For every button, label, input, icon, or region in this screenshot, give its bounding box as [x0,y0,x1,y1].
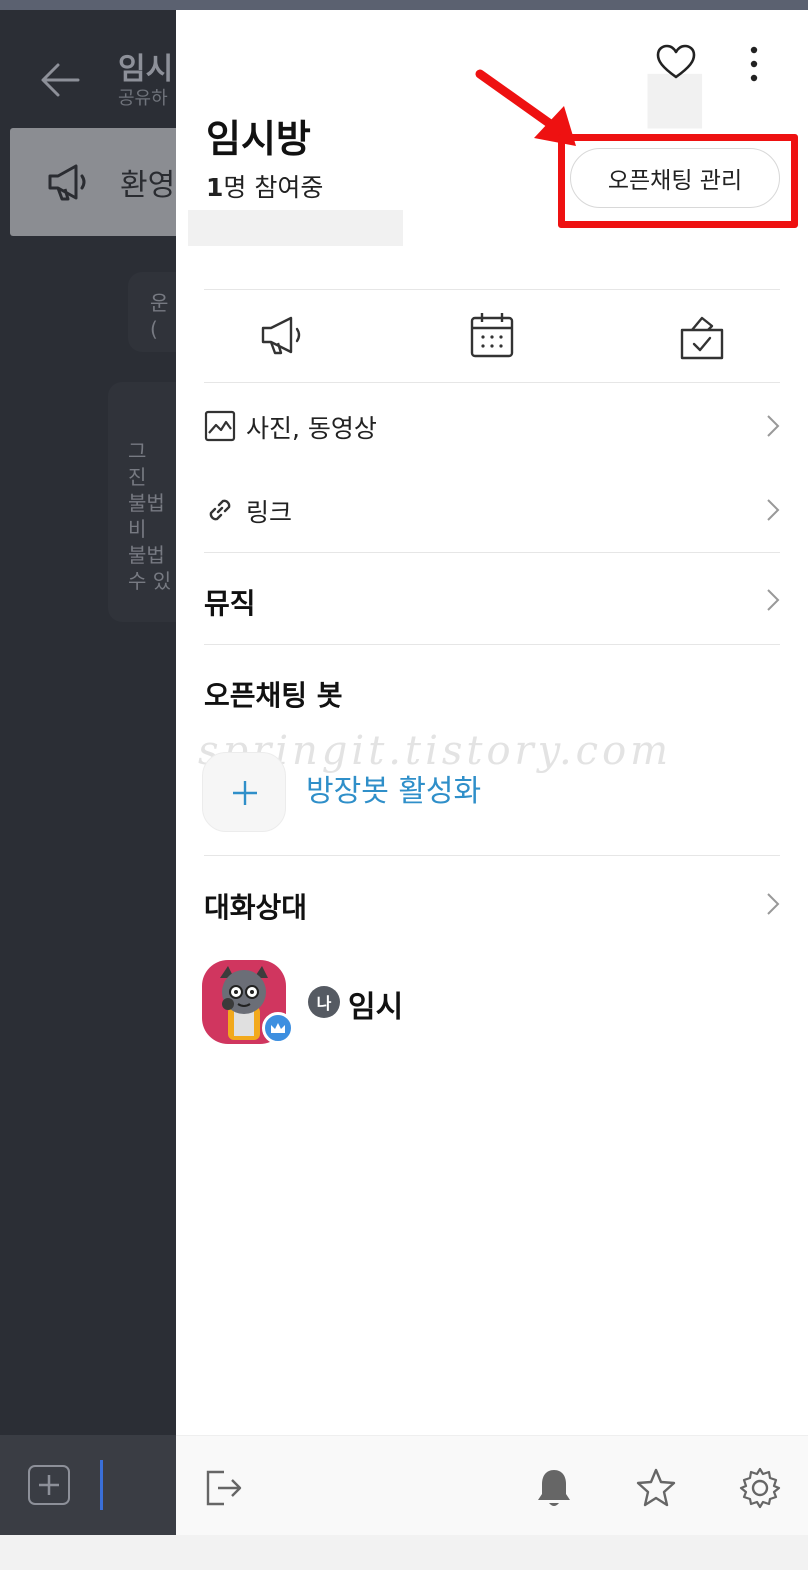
heart-icon[interactable] [656,44,696,80]
info-line: 운 [150,291,169,315]
warning-line: 불법 [128,491,165,515]
chevron-right-icon [767,499,780,521]
music-section-title[interactable]: 뮤직 [204,582,256,622]
room-title: 임시방 [206,117,311,161]
divider [204,382,780,383]
megaphone-icon[interactable] [258,310,306,362]
gear-icon[interactable] [738,1466,782,1510]
vote-icon[interactable] [678,310,726,362]
notice-banner[interactable]: 환영 [10,128,176,236]
chat-title: 임시 [118,52,174,87]
chat-subtitle: 공유하 [118,88,168,109]
me-badge: 나 [308,986,340,1018]
divider [204,644,780,645]
attach-button[interactable] [28,1465,70,1505]
warning-line: 불법 [128,543,165,567]
member-count-number: 1 [206,173,224,202]
chevron-right-icon[interactable] [766,588,780,612]
crown-icon [271,1023,285,1033]
chevron-right-icon [767,415,780,437]
notice-text: 환영 [120,168,176,203]
plus-icon [233,781,257,805]
calendar-icon[interactable] [468,310,516,362]
image-icon [204,410,236,442]
back-arrow-icon[interactable] [38,60,82,100]
room-drawer: ◼ 임시방 1명 참여중 오픈채팅 관리 사진, 동영상 링크 뮤직 오픈채팅 … [176,10,808,1535]
more-options-icon[interactable] [744,44,764,84]
status-bar [0,0,808,10]
info-card: 운 ( [128,272,176,352]
drawer-footer [176,1435,808,1535]
host-crown-badge [262,1012,294,1044]
megaphone-icon [48,164,86,201]
divider [204,289,780,290]
links-label: 링크 [246,498,293,527]
exit-icon[interactable] [202,1466,246,1510]
warning-line: 비 [128,517,147,541]
bell-icon[interactable] [532,1466,576,1510]
warning-line: 진 [128,465,147,489]
member-count-suffix: 명 참여중 [223,173,324,202]
warning-line: 수 있 [128,569,172,593]
link-icon [209,499,231,521]
star-icon[interactable] [634,1466,678,1510]
blurred-description [188,210,403,246]
navigation-bar [0,1535,808,1570]
warning-card: 그 진 불법 비 불법 수 있 [108,382,176,622]
open-chat-manage-button[interactable]: 오픈채팅 관리 [570,148,780,208]
chevron-right-icon[interactable] [766,892,780,916]
links-row[interactable]: 링크 [204,480,780,540]
members-section-title[interactable]: 대화상대 [204,886,307,926]
chat-room-background: 임시 공유하 환영 운 ( 그 진 불법 비 불법 수 있 [0,10,176,1435]
divider [204,855,780,856]
member-name[interactable]: 임시 [348,982,403,1026]
plus-icon [39,1475,59,1495]
activate-bot-button[interactable] [202,752,286,832]
info-line: ( [150,317,158,341]
activate-bot-label[interactable]: 방장봇 활성화 [306,766,481,810]
bot-section-title: 오픈채팅 봇 [204,679,343,712]
photos-videos-row[interactable]: 사진, 동영상 [204,396,780,456]
divider [204,552,780,553]
warning-line: 그 [128,439,147,463]
text-cursor [100,1460,103,1510]
member-count: 1명 참여중 [206,168,323,204]
photos-videos-label: 사진, 동영상 [246,414,377,443]
